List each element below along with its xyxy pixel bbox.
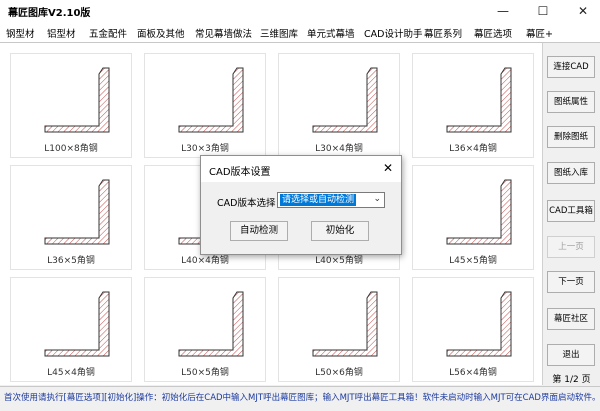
- menu-3d-library[interactable]: 三维图库: [260, 26, 298, 40]
- drawing-label: L50×5角钢: [181, 368, 229, 378]
- angle-steel-icon: [446, 291, 512, 357]
- menu-steel-profile[interactable]: 钢型材: [6, 26, 35, 40]
- status-bar: 首次使用请执行[幕匠选项][初始化]操作：初始化后在CAD中输入MJT呼出幕匠图…: [0, 386, 600, 411]
- drawing-tile[interactable]: L50×6角钢: [278, 277, 400, 382]
- menu-aluminum-profile[interactable]: 铝型材: [47, 26, 76, 40]
- angle-steel-icon: [312, 291, 378, 357]
- drawing-label: L45×5角钢: [449, 256, 497, 266]
- drawing-label: L56×4角钢: [449, 368, 497, 378]
- cad-version-value: 请选择或自动检测: [280, 194, 357, 206]
- drawing-label: L36×4角钢: [449, 144, 497, 154]
- page-indicator: 第 1/2 页: [552, 375, 591, 385]
- drawing-tile[interactable]: L36×4角钢: [412, 53, 534, 158]
- menu-cad-assistant[interactable]: CAD设计助手: [364, 26, 422, 40]
- menu-curtain-wall-methods[interactable]: 常见幕墙做法: [195, 26, 252, 40]
- drawing-tile[interactable]: L36×5角钢: [10, 165, 132, 270]
- angle-steel-icon: [44, 67, 110, 133]
- drawing-tile[interactable]: L50×5角钢: [144, 277, 266, 382]
- close-button[interactable]: ✕: [566, 0, 600, 22]
- cad-version-select[interactable]: 请选择或自动检测 ⌄: [277, 192, 385, 208]
- drawing-properties-button[interactable]: 图纸属性: [547, 91, 595, 113]
- cad-toolbox-button[interactable]: CAD工具箱: [547, 200, 595, 222]
- drawing-label: L100×8角钢: [44, 144, 98, 154]
- drawing-tile[interactable]: L45×5角钢: [412, 165, 534, 270]
- title-bar: 幕匠图库V2.10版 — ☐ ✕: [0, 0, 600, 22]
- delete-drawing-button[interactable]: 删除图纸: [547, 126, 595, 148]
- menu-bar: 钢型材 铝型材 五金配件 面板及其他 常见幕墙做法 三维图库 单元式幕墙 CAD…: [0, 22, 600, 43]
- drawing-tile[interactable]: L30×3角钢: [144, 53, 266, 158]
- exit-button[interactable]: 退出: [547, 344, 595, 366]
- previous-page-button[interactable]: 上一页: [547, 236, 595, 258]
- menu-mujiang-plus[interactable]: 幕匠+: [526, 26, 553, 40]
- angle-steel-icon: [446, 67, 512, 133]
- maximize-button[interactable]: ☐: [526, 0, 560, 22]
- angle-steel-icon: [178, 291, 244, 357]
- action-sidebar: 连接CAD 图纸属性 删除图纸 图纸入库 CAD工具箱 上一页 下一页 幕匠社区…: [543, 43, 600, 385]
- drawing-tile[interactable]: L45×4角钢: [10, 277, 132, 382]
- drawing-tile[interactable]: L30×4角钢: [278, 53, 400, 158]
- dialog-title-bar: CAD版本设置 ✕: [201, 156, 401, 182]
- drawing-label: L30×3角钢: [181, 144, 229, 154]
- drawing-label: L45×4角钢: [47, 368, 95, 378]
- menu-hardware[interactable]: 五金配件: [89, 26, 127, 40]
- angle-steel-icon: [44, 179, 110, 245]
- menu-mujiang-options[interactable]: 幕匠选项: [474, 26, 512, 40]
- status-message: 首次使用请执行[幕匠选项][初始化]操作：初始化后在CAD中输入MJT呼出幕匠图…: [4, 393, 600, 403]
- window-title: 幕匠图库V2.10版: [8, 8, 91, 19]
- next-page-button[interactable]: 下一页: [547, 271, 595, 293]
- initialize-button[interactable]: 初始化: [311, 221, 369, 241]
- drawing-label: L50×6角钢: [315, 368, 363, 378]
- menu-panels-other[interactable]: 面板及其他: [137, 26, 185, 40]
- auto-detect-button[interactable]: 自动检测: [230, 221, 288, 241]
- connect-cad-button[interactable]: 连接CAD: [547, 56, 595, 78]
- dialog-title: CAD版本设置: [209, 167, 271, 178]
- drawing-tile[interactable]: L56×4角钢: [412, 277, 534, 382]
- menu-mujiang-series[interactable]: 幕匠系列: [424, 26, 462, 40]
- angle-steel-icon: [312, 67, 378, 133]
- chevron-down-icon[interactable]: ⌄: [373, 194, 381, 204]
- minimize-button[interactable]: —: [486, 0, 520, 22]
- import-drawing-button[interactable]: 图纸入库: [547, 162, 595, 184]
- angle-steel-icon: [178, 67, 244, 133]
- drawing-label: L30×4角钢: [315, 144, 363, 154]
- drawing-label: L36×5角钢: [47, 256, 95, 266]
- cad-version-label: CAD版本选择：: [217, 198, 285, 209]
- dialog-close-icon[interactable]: ✕: [383, 161, 393, 175]
- cad-version-dialog: CAD版本设置 ✕ CAD版本选择： 请选择或自动检测 ⌄ 自动检测 初始化: [200, 155, 402, 255]
- drawing-tile[interactable]: L100×8角钢: [10, 53, 132, 158]
- menu-unitized-wall[interactable]: 单元式幕墙: [307, 26, 355, 40]
- angle-steel-icon: [446, 179, 512, 245]
- community-button[interactable]: 幕匠社区: [547, 308, 595, 330]
- angle-steel-icon: [44, 291, 110, 357]
